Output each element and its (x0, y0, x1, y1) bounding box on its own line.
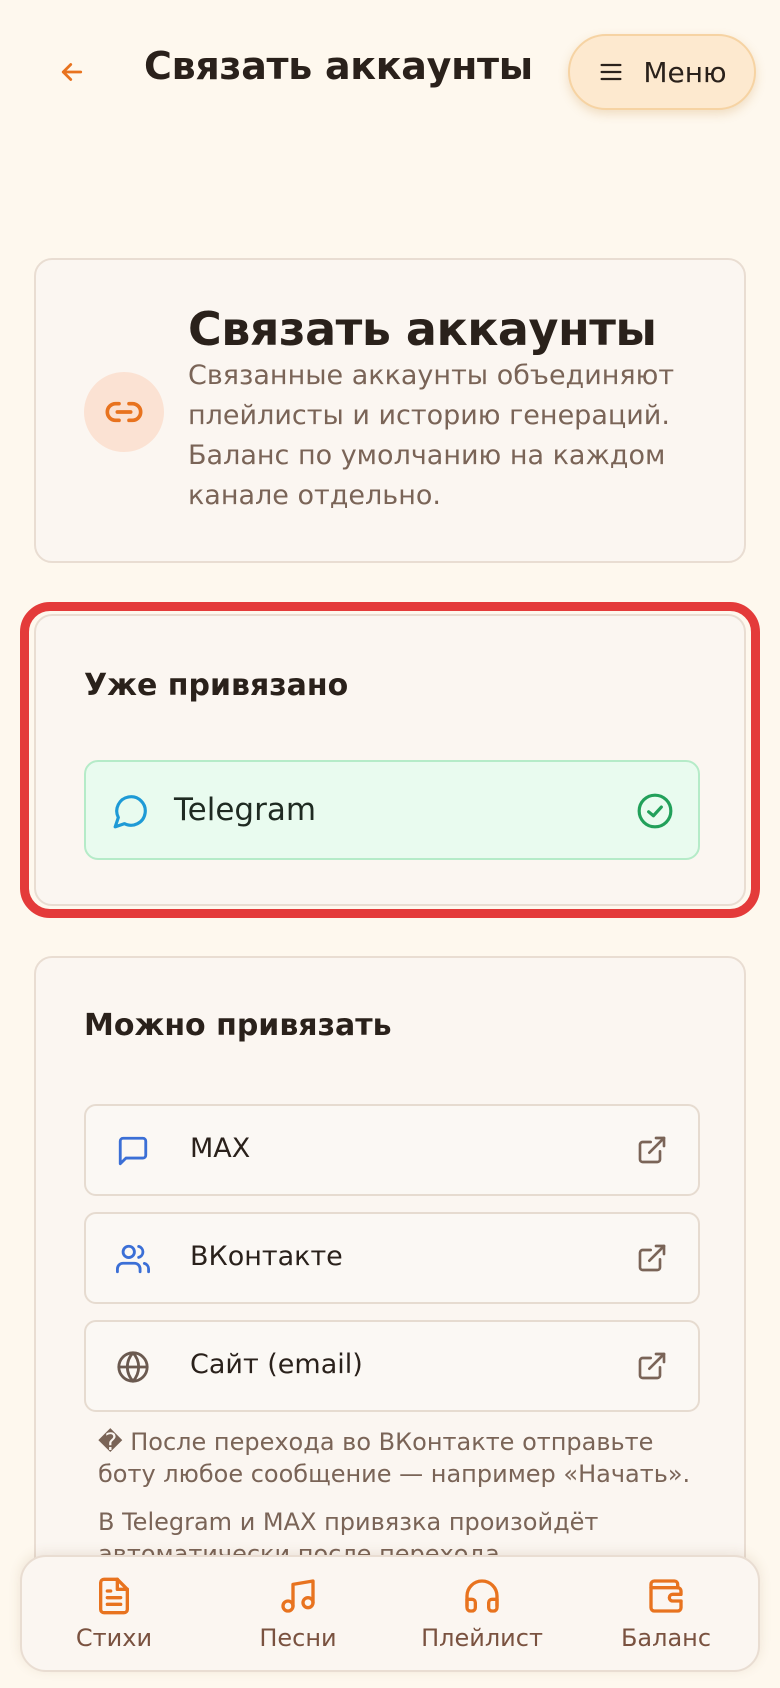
check-circle-icon (636, 792, 674, 834)
page-title: Связать аккаунты (144, 44, 533, 88)
linked-item-label: Telegram (174, 792, 317, 828)
nav-label: Песни (259, 1623, 337, 1652)
link-site-button[interactable]: Сайт (email) (84, 1320, 700, 1412)
bottom-navigation: Стихи Песни Плейлист Баланс (20, 1555, 760, 1672)
external-link-icon (636, 1134, 668, 1170)
external-link-icon (636, 1242, 668, 1278)
nav-item-balance[interactable]: Баланс (581, 1576, 751, 1652)
nav-item-songs[interactable]: Песни (213, 1576, 383, 1652)
available-section-title: Можно привязать (84, 1008, 392, 1043)
linked-section-title: Уже привязано (84, 668, 349, 703)
wallet-icon (649, 1578, 683, 1613)
message-square-icon (116, 1134, 150, 1172)
link-max-button[interactable]: MAX (84, 1104, 700, 1196)
link-icon (105, 401, 143, 423)
intro-icon-badge (84, 372, 164, 452)
vk-hint-text: � После перехода во ВКонтакте отправьте … (98, 1428, 691, 1488)
nav-item-playlist[interactable]: Плейлист (397, 1576, 567, 1652)
external-link-icon (636, 1350, 668, 1386)
nav-item-poems[interactable]: Стихи (29, 1576, 199, 1652)
menu-button[interactable]: Меню (568, 34, 756, 110)
linked-item-telegram[interactable]: Telegram (84, 760, 700, 860)
link-vk-label: ВКонтакте (190, 1241, 343, 1272)
nav-label: Плейлист (421, 1623, 543, 1652)
intro-card: Связать аккаунты Связанные аккаунты объе… (34, 258, 746, 563)
hamburger-icon (600, 63, 622, 81)
intro-title: Связать аккаунты (188, 302, 657, 356)
globe-icon (116, 1350, 150, 1388)
link-vk-button[interactable]: ВКонтакте (84, 1212, 700, 1304)
nav-label: Стихи (75, 1623, 153, 1652)
music-icon (281, 1578, 315, 1613)
menu-label: Меню (643, 55, 727, 89)
headphones-icon (465, 1578, 499, 1613)
link-site-label: Сайт (email) (190, 1349, 363, 1380)
linked-accounts-card: Уже привязано Telegram (34, 614, 746, 906)
available-accounts-card: Можно привязать MAX ВКонтакте Сайт (emai… (34, 956, 746, 1596)
document-icon (99, 1577, 129, 1614)
arrow-left-icon (61, 63, 83, 81)
users-icon (116, 1242, 150, 1280)
link-max-label: MAX (190, 1133, 251, 1164)
back-button[interactable] (50, 50, 94, 94)
intro-description: Связанные аккаунты объединяют плейлисты … (188, 360, 675, 511)
chat-bubble-icon (112, 792, 150, 834)
nav-label: Баланс (620, 1623, 712, 1652)
top-bar: Связать аккаунты Меню (0, 0, 780, 150)
